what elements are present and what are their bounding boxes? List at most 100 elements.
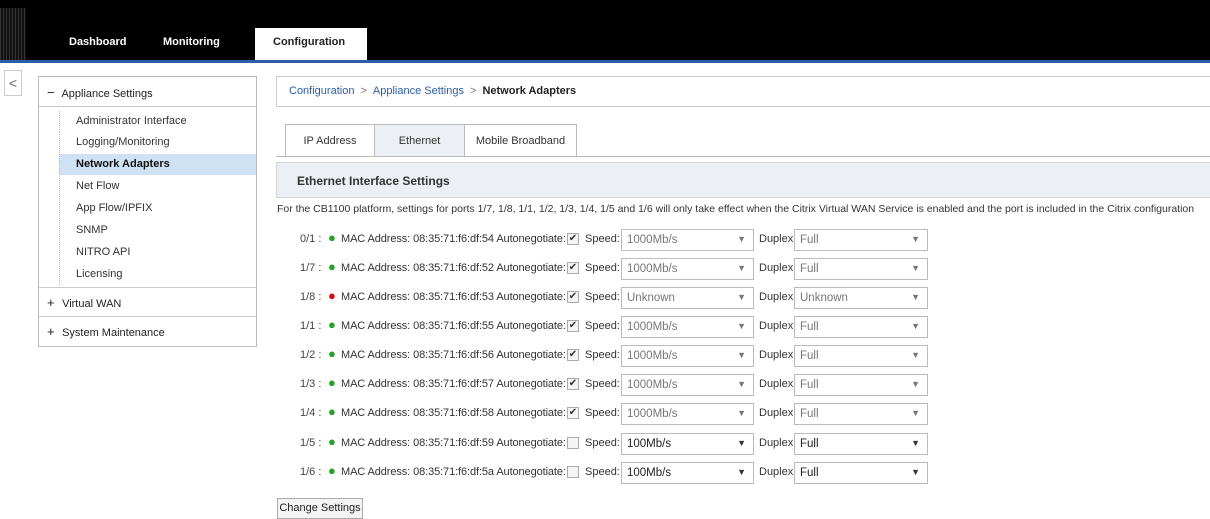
mac-label: MAC Address: bbox=[341, 466, 411, 478]
speed-select[interactable]: Unknown ▼ bbox=[621, 287, 754, 309]
sidebar-item-logging-monitoring[interactable]: Logging/Monitoring bbox=[59, 132, 256, 153]
mac-value: 08:35:71:f6:df:57 bbox=[413, 378, 494, 390]
expand-plus-icon[interactable]: + bbox=[47, 295, 59, 310]
speed-select[interactable]: 100Mb/s ▼ bbox=[621, 462, 754, 484]
sidebar-item-nitro-api[interactable]: NITRO API bbox=[59, 242, 256, 263]
speed-value: 100Mb/s bbox=[627, 438, 672, 450]
autonegotiate-label: Autonegotiate: bbox=[496, 407, 566, 419]
port-row: 1/7 : ● MAC Address: 08:35:71:f6:df:52 Aut… bbox=[276, 258, 956, 280]
autonegotiate-checkbox[interactable]: ✔ bbox=[567, 378, 579, 390]
autonegotiate-checkbox[interactable]: ✔ bbox=[567, 233, 579, 245]
breadcrumb-configuration[interactable]: Configuration bbox=[289, 85, 354, 97]
mac-address: MAC Address: 08:35:71:f6:df:59 Autonegot… bbox=[341, 437, 566, 449]
sidebar-item-app-flow-ipfix[interactable]: App Flow/IPFIX bbox=[59, 198, 256, 219]
speed-select[interactable]: 1000Mb/s ▼ bbox=[621, 374, 754, 396]
port-row: 1/2 : ● MAC Address: 08:35:71:f6:df:56 Aut… bbox=[276, 345, 956, 367]
autonegotiate-checkbox[interactable]: ✔ bbox=[567, 349, 579, 361]
mac-label: MAC Address: bbox=[341, 378, 411, 390]
speed-value: 1000Mb/s bbox=[627, 408, 678, 420]
dropdown-arrow-icon: ▼ bbox=[911, 321, 920, 331]
sidebar-group-label: Virtual WAN bbox=[62, 298, 122, 310]
tab-ethernet[interactable]: Ethernet bbox=[374, 124, 465, 157]
duplex-select[interactable]: Full ▼ bbox=[794, 433, 928, 455]
mac-value: 08:35:71:f6:df:54 bbox=[413, 233, 494, 245]
duplex-select[interactable]: Full ▼ bbox=[794, 462, 928, 484]
tab-ip-address[interactable]: IP Address bbox=[285, 124, 375, 157]
duplex-select[interactable]: Full ▼ bbox=[794, 403, 928, 425]
dropdown-arrow-icon: ▼ bbox=[911, 379, 920, 389]
panel-title: Ethernet Interface Settings bbox=[276, 162, 1210, 198]
mac-address: MAC Address: 08:35:71:f6:df:58 Autonegot… bbox=[341, 407, 566, 419]
nav-tab-configuration[interactable]: Configuration bbox=[255, 28, 367, 62]
autonegotiate-checkbox[interactable]: ✔ bbox=[567, 291, 579, 303]
autonegotiate-label: Autonegotiate: bbox=[496, 291, 566, 303]
port-id: 1/1 : bbox=[300, 320, 322, 332]
nav-tab-dashboard[interactable]: Dashboard bbox=[69, 36, 126, 48]
speed-select[interactable]: 1000Mb/s ▼ bbox=[621, 345, 754, 367]
expand-plus-icon[interactable]: + bbox=[47, 324, 59, 339]
autonegotiate-checkbox[interactable]: ✔ bbox=[567, 262, 579, 274]
duplex-value: Full bbox=[800, 350, 819, 362]
duplex-value: Full bbox=[800, 263, 819, 275]
duplex-value: Full bbox=[800, 234, 819, 246]
autonegotiate-checkbox[interactable] bbox=[567, 437, 579, 449]
speed-value: 1000Mb/s bbox=[627, 234, 678, 246]
duplex-select[interactable]: Unknown ▼ bbox=[794, 287, 928, 309]
mac-label: MAC Address: bbox=[341, 262, 411, 274]
speed-value: 1000Mb/s bbox=[627, 350, 678, 362]
link-status-dot-icon: ● bbox=[328, 463, 336, 478]
mac-address: MAC Address: 08:35:71:f6:df:54 Autonegot… bbox=[341, 233, 566, 245]
speed-select[interactable]: 1000Mb/s ▼ bbox=[621, 316, 754, 338]
sidebar-divider bbox=[39, 106, 256, 107]
port-id: 1/3 : bbox=[300, 378, 322, 390]
sidebar-item-network-adapters[interactable]: Network Adapters bbox=[59, 154, 256, 175]
autonegotiate-checkbox[interactable] bbox=[567, 466, 579, 478]
mac-label: MAC Address: bbox=[341, 349, 411, 361]
duplex-select[interactable]: Full ▼ bbox=[794, 316, 928, 338]
speed-value: 100Mb/s bbox=[627, 467, 672, 479]
mac-value: 08:35:71:f6:df:55 bbox=[413, 320, 494, 332]
link-status-dot-icon: ● bbox=[328, 434, 336, 449]
duplex-select[interactable]: Full ▼ bbox=[794, 374, 928, 396]
duplex-value: Full bbox=[800, 321, 819, 333]
speed-select[interactable]: 1000Mb/s ▼ bbox=[621, 229, 754, 251]
speed-select[interactable]: 100Mb/s ▼ bbox=[621, 433, 754, 455]
autonegotiate-checkbox[interactable]: ✔ bbox=[567, 320, 579, 332]
speed-value: 1000Mb/s bbox=[627, 263, 678, 275]
sidebar-item-licensing[interactable]: Licensing bbox=[59, 264, 256, 285]
autonegotiate-checkbox[interactable]: ✔ bbox=[567, 407, 579, 419]
duplex-label: Duplex: bbox=[759, 437, 797, 449]
tab-mobile-broadband[interactable]: Mobile Broadband bbox=[464, 124, 577, 157]
sidebar-group-appliance-settings[interactable]: − Appliance Settings bbox=[47, 85, 153, 100]
speed-label: Speed: bbox=[585, 320, 620, 332]
speed-select[interactable]: 1000Mb/s ▼ bbox=[621, 258, 754, 280]
duplex-select[interactable]: Full ▼ bbox=[794, 258, 928, 280]
sidebar-item-administrator-interface[interactable]: Administrator Interface bbox=[59, 111, 256, 132]
mac-address: MAC Address: 08:35:71:f6:df:56 Autonegot… bbox=[341, 349, 566, 361]
platform-note: For the CB1100 platform, settings for po… bbox=[277, 203, 1195, 215]
menu-grip-icon[interactable] bbox=[0, 8, 26, 62]
duplex-value: Full bbox=[800, 438, 819, 450]
nav-accent-bar bbox=[0, 60, 1210, 63]
dropdown-arrow-icon: ▼ bbox=[737, 408, 746, 418]
speed-value: 1000Mb/s bbox=[627, 321, 678, 333]
collapse-sidebar-chevron-icon[interactable]: < bbox=[4, 70, 22, 96]
sidebar-group-virtual-wan[interactable]: + Virtual WAN bbox=[47, 295, 121, 310]
duplex-label: Duplex: bbox=[759, 349, 797, 361]
speed-select[interactable]: 1000Mb/s ▼ bbox=[621, 403, 754, 425]
breadcrumb-appliance-settings[interactable]: Appliance Settings bbox=[373, 85, 464, 97]
collapse-minus-icon[interactable]: − bbox=[47, 85, 59, 100]
sidebar-group-system-maintenance[interactable]: + System Maintenance bbox=[47, 324, 165, 339]
change-settings-button[interactable]: Change Settings bbox=[277, 498, 363, 519]
duplex-select[interactable]: Full ▼ bbox=[794, 229, 928, 251]
mac-label: MAC Address: bbox=[341, 291, 411, 303]
sidebar-item-snmp[interactable]: SNMP bbox=[59, 220, 256, 241]
mac-label: MAC Address: bbox=[341, 437, 411, 449]
sidebar-item-net-flow[interactable]: Net Flow bbox=[59, 176, 256, 197]
duplex-select[interactable]: Full ▼ bbox=[794, 345, 928, 367]
mac-address: MAC Address: 08:35:71:f6:df:57 Autonegot… bbox=[341, 378, 566, 390]
duplex-label: Duplex: bbox=[759, 262, 797, 274]
nav-tab-monitoring[interactable]: Monitoring bbox=[163, 36, 220, 48]
speed-label: Speed: bbox=[585, 407, 620, 419]
port-id: 1/8 : bbox=[300, 291, 322, 303]
